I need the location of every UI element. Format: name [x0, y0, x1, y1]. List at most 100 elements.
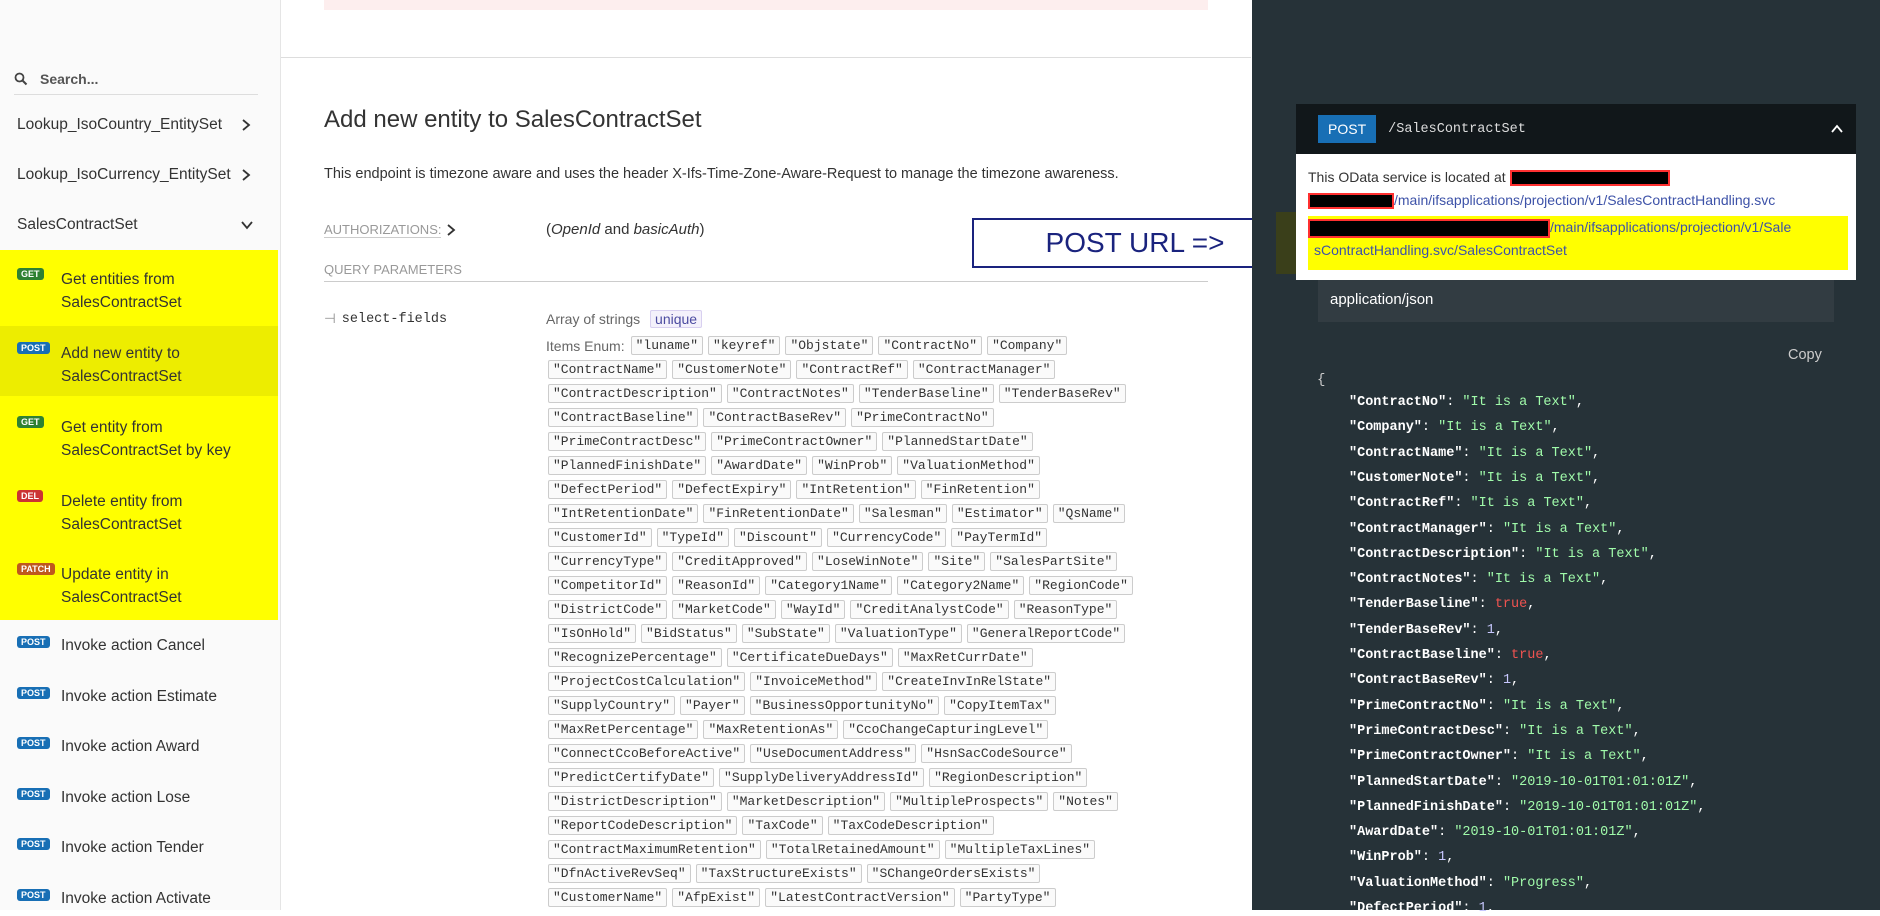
json-comma: , [1486, 901, 1495, 916]
service-location: This OData service is located at [1308, 166, 1670, 188]
method-badge: POST [17, 636, 50, 648]
json-colon: : [1486, 521, 1503, 537]
post-url-line1[interactable]: /main/ifsapplications/projection/v1/Sale [1550, 219, 1791, 235]
json-line: "TenderBaseline": true, [1349, 597, 1535, 612]
auth-openid: OpenId [551, 221, 601, 238]
enum-value: "ContractMaximumRetention" [548, 839, 761, 859]
enum-value: "AfpExist" [672, 887, 761, 907]
enum-row: "ProjectCostCalculation" "InvoiceMethod" "… [546, 670, 1206, 694]
enum-value: "ReasonId" [672, 575, 761, 595]
json-line: "PlannedFinishDate": "2019-10-01T01:01:0… [1349, 800, 1705, 815]
sidebar-group-label: Lookup_IsoCountry_EntitySet [17, 116, 223, 133]
auth-schemes: (OpenId and basicAuth) [546, 221, 704, 238]
enum-value: "MaxRetCurrDate" [897, 647, 1033, 667]
json-colon: : [1470, 622, 1487, 638]
enum-row: "DefectPeriod" "DefectExpiry" "IntRetentio… [546, 478, 1206, 502]
chevron-down-icon [241, 221, 253, 230]
enum-row: "ConnectCcoBeforeActive" "UseDocumentAddr… [546, 742, 1206, 766]
json-key: "ContractBaseRev" [1349, 673, 1487, 689]
enum-row: "RecognizePercentage" "CertificateDueDays… [546, 646, 1206, 670]
json-key: "CustomerNote" [1349, 470, 1463, 486]
enum-value: "Notes" [1053, 791, 1118, 811]
enum-value: "CurrencyCode" [827, 527, 947, 547]
enum-value: "MaxRetPercentage" [548, 719, 699, 739]
json-key: "PlannedStartDate" [1349, 774, 1495, 790]
enum-value: "ContractNo" [878, 335, 983, 355]
service-url-path[interactable]: /main/ifsapplications/projection/v1/Sale… [1394, 192, 1775, 208]
auth-close-paren: ) [699, 221, 705, 238]
chevron-right-icon [242, 119, 251, 131]
enum-value: "TaxCodeDescription" [827, 815, 994, 835]
json-key: "TenderBaseline" [1349, 597, 1479, 613]
enum-value: "ContractManager" [912, 359, 1056, 379]
json-colon: : [1486, 673, 1503, 689]
enum-value: "CreditApproved" [672, 551, 808, 571]
json-colon: : [1494, 648, 1512, 663]
json-colon: : [1519, 546, 1536, 562]
sidebar-item-label: Invoke action Estimate [61, 688, 217, 705]
enum-row: "SupplyCountry" "Payer" "BusinessOpportuni… [546, 694, 1206, 718]
chevron-up-icon [1831, 124, 1843, 133]
json-line: "CustomerNote": "It is a Text", [1349, 471, 1600, 486]
json-line: "ContractBaseRev": 1, [1349, 673, 1519, 688]
enum-row: "ContractDescription" "ContractNotes" "Ten… [546, 382, 1206, 406]
enum-value: "PayTermId" [951, 527, 1048, 547]
enum-value: "CompetitorId" [548, 575, 668, 595]
method-badge: POST [17, 788, 50, 800]
json-value: "It is a Text" [1478, 470, 1593, 486]
json-colon: : [1486, 698, 1503, 714]
json-key: "ContractName" [1349, 445, 1463, 461]
json-value: 1 [1486, 622, 1495, 638]
endpoint-path: /SalesContractSet [1388, 121, 1526, 137]
json-value: 1 [1502, 673, 1512, 689]
json-colon: : [1462, 445, 1479, 461]
sidebar-item-label: Delete entity from SalesContractSet [61, 493, 183, 533]
json-key: "PrimeContractDesc" [1349, 723, 1503, 739]
enum-value: "MaxRetentionAs" [703, 719, 839, 739]
authorizations-toggle[interactable]: AUTHORIZATIONS: [324, 222, 457, 238]
enum-row: "MaxRetPercentage" "MaxRetentionAs" "CcoCh… [546, 718, 1206, 742]
sidebar-group-lookup-isocountry[interactable]: Lookup_IsoCountry_EntitySet [0, 100, 280, 150]
search-input[interactable] [38, 70, 242, 88]
enum-value: "PlannedFinishDate" [548, 455, 707, 475]
sidebar-item-label: Invoke action Activate [61, 890, 211, 907]
enum-value: "SubState" [741, 623, 830, 643]
auth-basic: basicAuth [633, 221, 700, 238]
search-box[interactable] [14, 64, 258, 95]
enum-value: "IntRetention" [796, 479, 916, 499]
enum-value: "ValuationMethod" [897, 455, 1040, 475]
endpoint-dropdown: This OData service is located at /main/i… [1296, 154, 1856, 280]
enum-row: "PrimeContractDesc" "PrimeContractOwner" "… [546, 430, 1206, 454]
redacted-host [1509, 170, 1670, 187]
enum-row: "PlannedFinishDate" "AwardDate" "WinProb" "… [546, 454, 1206, 478]
items-enum-label: Items Enum: [546, 338, 625, 354]
json-comma: , [1583, 496, 1593, 512]
post-url-line2[interactable]: sContractHandling.svc/SalesContractSet [1308, 239, 1848, 262]
sidebar: Lookup_IsoCountry_EntitySet Lookup_IsoCu… [0, 0, 281, 910]
endpoint-header[interactable]: POST /SalesContractSet [1296, 104, 1856, 154]
json-comma: , [1575, 395, 1584, 410]
json-value: "Progress" [1502, 875, 1584, 891]
enum-value: "RecognizePercentage" [548, 647, 722, 667]
json-line: "WinProb": 1, [1349, 850, 1454, 865]
enum-value: "ReportCodeDescription" [548, 815, 738, 835]
method-badge: POST [17, 687, 50, 699]
enum-value: "SupplyCountry" [548, 695, 676, 715]
method-badge: POST [17, 342, 50, 354]
enum-value: "TaxStructureExists" [695, 863, 862, 883]
sidebar-group-salescontractset[interactable]: SalesContractSet [0, 200, 280, 250]
json-key: "PlannedFinishDate" [1349, 799, 1503, 815]
sidebar-group-lookup-isocurrency[interactable]: Lookup_IsoCurrency_EntitySet [0, 150, 280, 200]
enum-value: "DistrictCode" [548, 599, 668, 619]
json-key: "PrimeContractNo" [1349, 698, 1487, 714]
enum-value: "MultipleTaxLines" [944, 839, 1096, 859]
json-comma: , [1648, 546, 1657, 562]
enum-value: "SChangeOrdersExists" [866, 863, 1041, 883]
enum-row: "CurrencyType" "CreditApproved" "LoseWinNo… [546, 550, 1206, 574]
copy-button[interactable]: Copy [1788, 347, 1822, 363]
json-colon: : [1470, 572, 1487, 588]
enum-value: "WayId" [780, 599, 846, 619]
chevron-right-icon [447, 224, 456, 236]
enum-value: "CustomerNote" [672, 359, 792, 379]
json-line: "ContractBaseline": true, [1349, 648, 1552, 663]
